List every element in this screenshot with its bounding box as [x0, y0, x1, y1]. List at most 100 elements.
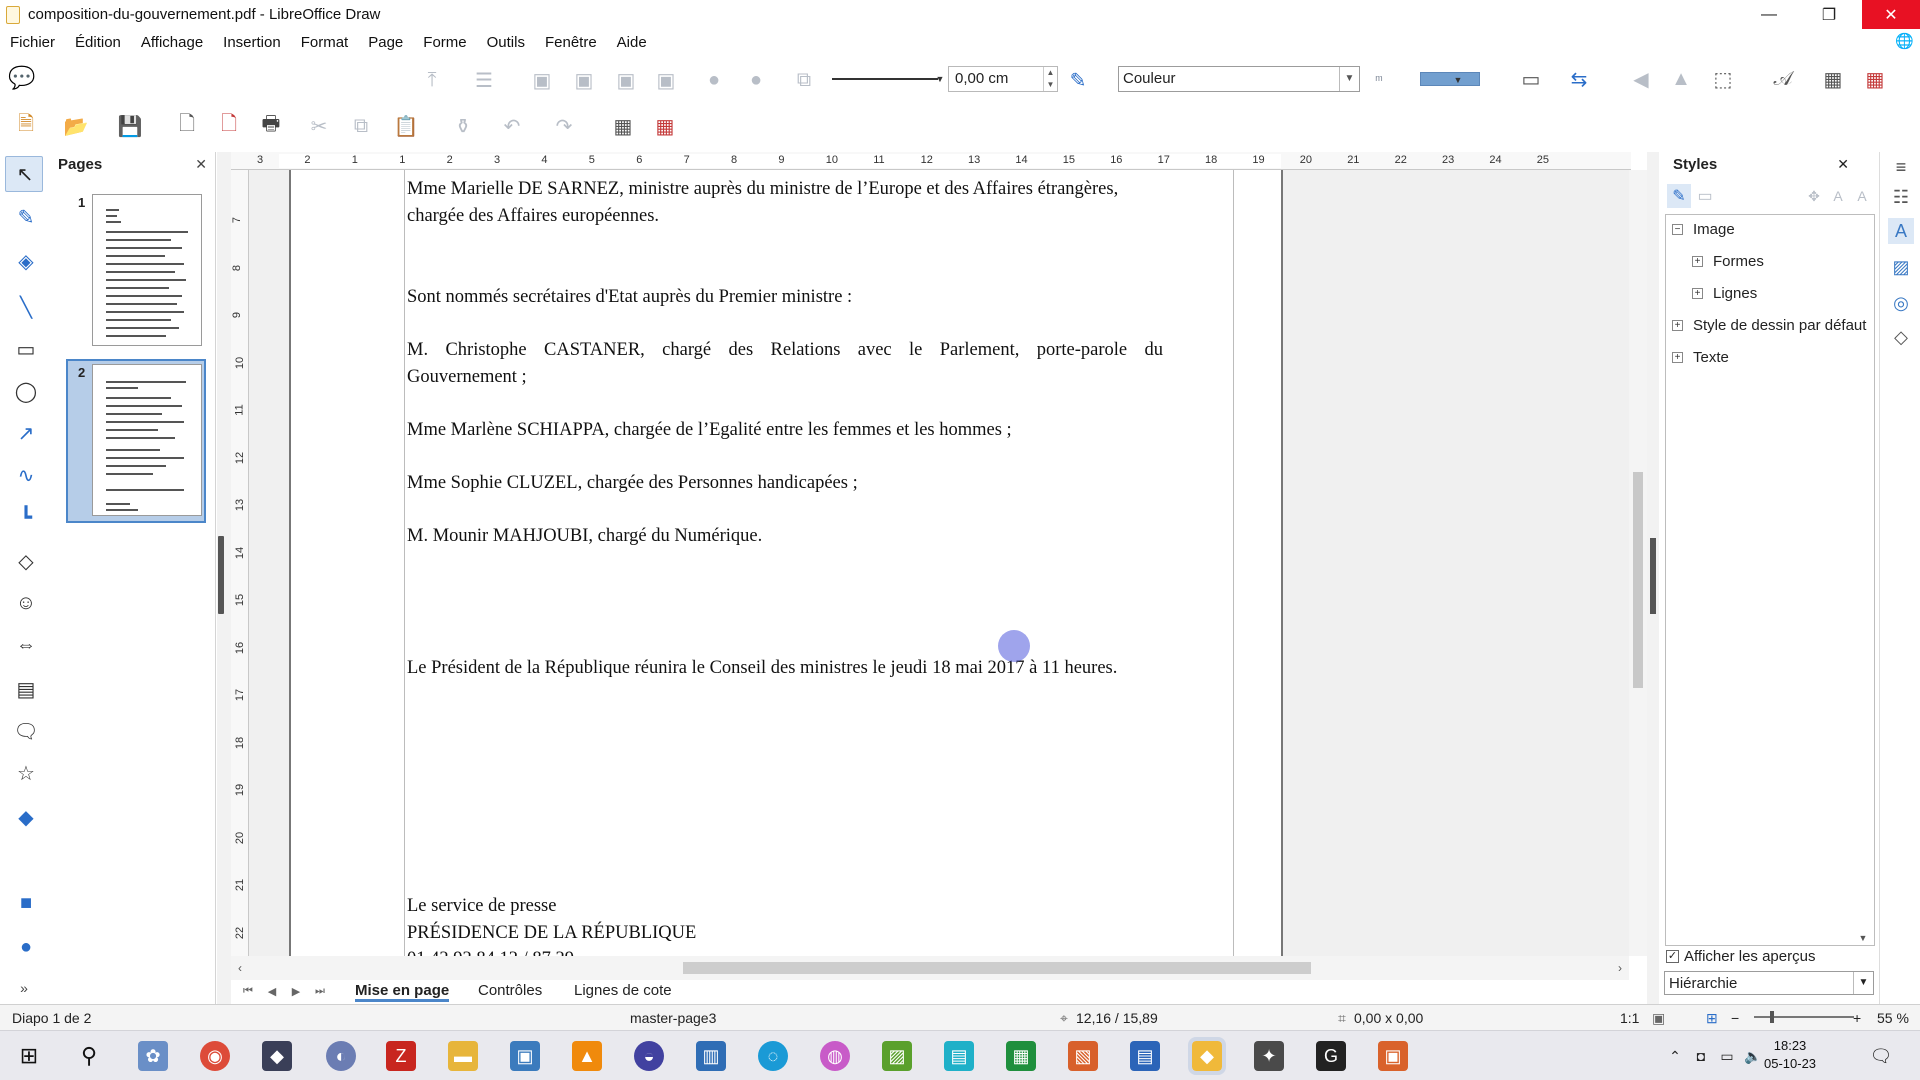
- collapse-icon[interactable]: −: [1672, 224, 1683, 235]
- basic-shapes-icon[interactable]: ◇: [6, 546, 46, 576]
- show-previews-checkbox[interactable]: ✓ Afficher les aperçus: [1666, 948, 1815, 965]
- vertical-scrollbar[interactable]: [1629, 170, 1647, 956]
- shapes-icon[interactable]: ◇: [1888, 324, 1914, 350]
- expand-icon[interactable]: +: [1672, 320, 1683, 331]
- new-document-icon[interactable]: 🗎: [8, 112, 44, 140]
- splitter-grip[interactable]: [1650, 538, 1656, 614]
- connector-icon[interactable]: ⇆: [1564, 64, 1594, 94]
- new-style-icon[interactable]: A: [1827, 184, 1849, 208]
- menu-page[interactable]: Page: [358, 34, 413, 51]
- block-arrows-icon[interactable]: ⇔: [6, 630, 46, 660]
- export-icon[interactable]: 🗋: [172, 112, 202, 140]
- line-tool-icon[interactable]: ╲: [8, 292, 44, 322]
- app-icon[interactable]: ◒: [634, 1041, 664, 1071]
- close-icon[interactable]: ✕: [1837, 156, 1849, 173]
- menu-fichier[interactable]: Fichier: [0, 34, 65, 51]
- app-icon[interactable]: ▧: [1068, 1041, 1098, 1071]
- zoom-slider-handle[interactable]: [1770, 1011, 1774, 1023]
- menu-edition[interactable]: Édition: [65, 34, 131, 51]
- restore-button[interactable]: ❐: [1806, 0, 1852, 29]
- document-modified-icon[interactable]: ▣: [1652, 1010, 1665, 1027]
- speech-bubble-icon[interactable]: 💬: [8, 64, 36, 92]
- connector-tool-icon[interactable]: ┗: [6, 502, 46, 532]
- update-style-icon[interactable]: A: [1851, 184, 1873, 208]
- last-tab-icon[interactable]: ⏭: [313, 982, 327, 1000]
- fill-color-icon[interactable]: ᵐ: [1370, 68, 1388, 90]
- clone-formatting-icon[interactable]: ⚱: [448, 112, 478, 140]
- style-filter-select[interactable]: Hiérarchie ▼: [1664, 971, 1874, 995]
- app-icon[interactable]: ▥: [696, 1041, 726, 1071]
- vertical-scroll-thumb[interactable]: [1633, 472, 1643, 688]
- close-icon[interactable]: ✕: [195, 156, 207, 173]
- checkbox-check[interactable]: ✓: [1666, 950, 1679, 963]
- redo-icon[interactable]: ↷: [546, 112, 582, 140]
- text-line[interactable]: PRÉSIDENCE DE LA RÉPUBLIQUE: [407, 920, 696, 947]
- notification-icon[interactable]: 🗨: [1866, 1041, 1896, 1071]
- cube-3d-icon[interactable]: ■: [8, 888, 44, 918]
- fit-slide-icon[interactable]: ⊞: [1706, 1010, 1718, 1027]
- fill-color-swatch[interactable]: [1420, 72, 1480, 86]
- flowchart-icon[interactable]: ▤: [6, 674, 46, 704]
- line-color-icon[interactable]: ✎: [1064, 66, 1092, 94]
- fill-color-tool-icon[interactable]: ◈: [6, 246, 46, 276]
- app-icon[interactable]: G: [1316, 1041, 1346, 1071]
- zoom-in-button[interactable]: +: [1853, 1010, 1861, 1026]
- line-width-field[interactable]: 0,00 cm ▲ ▼: [948, 66, 1058, 92]
- presentation-styles-icon[interactable]: ▭: [1693, 184, 1717, 208]
- sphere-3d-icon[interactable]: ●: [8, 932, 44, 962]
- zoom-out-button[interactable]: −: [1731, 1010, 1739, 1026]
- text-line[interactable]: Mme Marlène SCHIAPPA, chargée de l’Egali…: [407, 417, 1012, 444]
- ellipse-tool-icon[interactable]: ◯: [8, 376, 44, 406]
- text-line[interactable]: Mme Sophie CLUZEL, chargée des Personnes…: [407, 470, 858, 497]
- close-button[interactable]: ✕: [1862, 0, 1920, 29]
- menu-aide[interactable]: Aide: [607, 34, 657, 51]
- search-icon[interactable]: ⚲: [74, 1041, 104, 1071]
- minimize-button[interactable]: —: [1746, 0, 1792, 29]
- page-thumbnail-1[interactable]: [92, 194, 202, 346]
- text-line[interactable]: M. Mounir MAHJOUBI, chargé du Numérique.: [407, 523, 762, 550]
- menu-outils[interactable]: Outils: [477, 34, 535, 51]
- sidebar-splitter[interactable]: [1647, 152, 1659, 1004]
- align-icon[interactable]: ☰: [470, 66, 498, 94]
- styles-deck-icon[interactable]: A: [1888, 218, 1914, 244]
- crop-icon[interactable]: ●: [742, 66, 770, 94]
- anchor-icon[interactable]: ⤒: [418, 66, 446, 94]
- fill-dropdown-icon[interactable]: ▼: [1452, 72, 1464, 88]
- app-icon[interactable]: ▤: [944, 1041, 974, 1071]
- copy-icon[interactable]: ⧉: [346, 112, 376, 140]
- globe-icon[interactable]: 🌐: [1895, 32, 1914, 50]
- expand-icon[interactable]: +: [1672, 352, 1683, 363]
- scroll-down-icon[interactable]: ▼: [1856, 931, 1870, 945]
- zoom-level[interactable]: 55 %: [1877, 1010, 1909, 1026]
- edge-icon[interactable]: ◌: [758, 1041, 788, 1071]
- scale-factor[interactable]: 1:1: [1620, 1010, 1639, 1026]
- star-shapes-icon[interactable]: ☆: [6, 758, 46, 788]
- tree-item-default-style[interactable]: + Style de dessin par défaut: [1672, 317, 1866, 334]
- splitter-grip[interactable]: [218, 536, 224, 614]
- area-style-select[interactable]: Couleur ▼: [1118, 66, 1360, 92]
- properties-icon[interactable]: ☷: [1888, 184, 1914, 210]
- forward-one-icon[interactable]: ▣: [570, 66, 598, 94]
- previous-tab-icon[interactable]: ◀: [265, 982, 279, 1000]
- select-arrow-icon[interactable]: ↖: [10, 160, 40, 188]
- drawing-canvas[interactable]: Mme Marielle DE SARNEZ, ministre auprès …: [249, 170, 1629, 956]
- transformations-icon[interactable]: ⬚: [1708, 64, 1738, 94]
- tab-mise-en-page[interactable]: Mise en page: [355, 982, 450, 1002]
- menu-forme[interactable]: Forme: [413, 34, 476, 51]
- print-icon[interactable]: 🖶: [256, 112, 286, 140]
- vlc-icon[interactable]: ▲: [572, 1041, 602, 1071]
- next-tab-icon[interactable]: ▶: [289, 982, 303, 1000]
- pages-panel-splitter[interactable]: [217, 152, 231, 1004]
- navigator-icon[interactable]: ◎: [1888, 290, 1914, 316]
- filezilla-icon[interactable]: Z: [386, 1041, 416, 1071]
- paste-icon[interactable]: 📋: [388, 112, 424, 140]
- menu-format[interactable]: Format: [291, 34, 359, 51]
- undo-icon[interactable]: ↶: [494, 112, 530, 140]
- app-icon[interactable]: ✦: [1254, 1041, 1284, 1071]
- export-pdf-icon[interactable]: 🗋: [214, 112, 244, 140]
- helplines-icon[interactable]: ▦: [1860, 64, 1890, 94]
- display-grid-icon[interactable]: ▦: [608, 112, 638, 140]
- more-tools-icon[interactable]: »: [12, 978, 36, 998]
- flip-horizontal-icon[interactable]: ▲: [1666, 64, 1696, 94]
- snap-guides-icon[interactable]: ▦: [650, 112, 680, 140]
